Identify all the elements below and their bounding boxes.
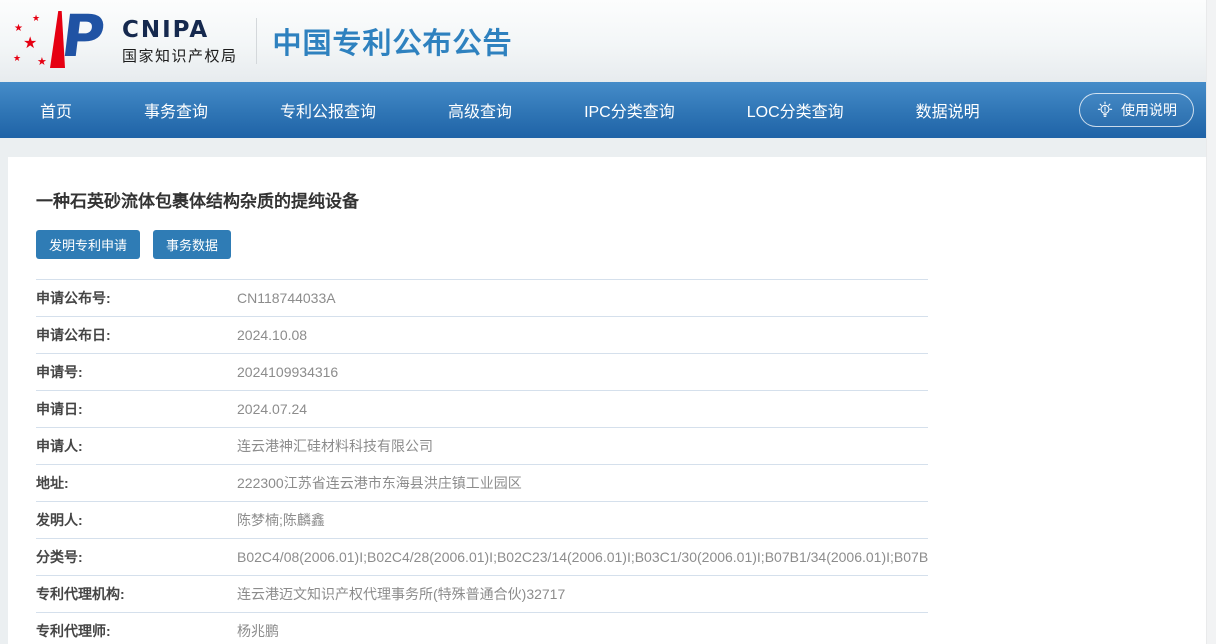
nav-item-advanced-query[interactable]: 高级查询 bbox=[448, 98, 512, 122]
field-value-publication-number: CN118744033A bbox=[237, 290, 928, 306]
lightbulb-icon bbox=[1096, 101, 1114, 119]
site-header: ★ ★ ★ ★ ★ P CNIPA 国家知识产权局 中国专利公布公告 bbox=[0, 0, 1216, 82]
table-row: 申请日: 2024.07.24 bbox=[36, 391, 928, 428]
tag-transaction-data[interactable]: 事务数据 bbox=[153, 230, 231, 259]
logo-cnipa-acronym: CNIPA bbox=[122, 17, 238, 43]
field-label-publication-number: 申请公布号: bbox=[36, 288, 237, 308]
patent-detail-card: 一种石英砂流体包裹体结构杂质的提纯设备 发明专利申请 事务数据 申请公布号: C… bbox=[8, 157, 1206, 644]
nav-item-home[interactable]: 首页 bbox=[40, 98, 72, 122]
nav-item-data-notes[interactable]: 数据说明 bbox=[916, 98, 980, 122]
field-value-application-date: 2024.07.24 bbox=[237, 401, 928, 417]
nav-item-transaction-query[interactable]: 事务查询 bbox=[144, 98, 208, 122]
tag-invention-application[interactable]: 发明专利申请 bbox=[36, 230, 140, 259]
table-row: 申请号: 2024109934316 bbox=[36, 354, 928, 391]
patent-detail-table: 申请公布号: CN118744033A 申请公布日: 2024.10.08 申请… bbox=[36, 279, 928, 644]
table-row: 申请公布号: CN118744033A bbox=[36, 280, 928, 317]
table-row: 发明人: 陈梦楠;陈麟鑫 bbox=[36, 502, 928, 539]
field-value-address: 222300江苏省连云港市东海县洪庄镇工业园区 bbox=[237, 473, 928, 493]
star-icon: ★ bbox=[32, 14, 40, 23]
logo-org-name: 国家知识产权局 bbox=[122, 45, 238, 66]
table-row: 申请公布日: 2024.10.08 bbox=[36, 317, 928, 354]
star-icon: ★ bbox=[14, 24, 23, 34]
main-nav: 首页 事务查询 专利公报查询 高级查询 IPC分类查询 LOC分类查询 数据说明… bbox=[0, 82, 1216, 138]
table-row: 地址: 222300江苏省连云港市东海县洪庄镇工业园区 bbox=[36, 465, 928, 502]
field-value-applicant: 连云港神汇硅材料科技有限公司 bbox=[237, 436, 928, 456]
logo-p-glyph: P bbox=[58, 2, 109, 70]
cnipa-logo[interactable]: ★ ★ ★ ★ ★ P CNIPA 国家知识产权局 bbox=[10, 8, 238, 74]
logo-text: CNIPA 国家知识产权局 bbox=[122, 17, 238, 66]
nav-item-loc-query[interactable]: LOC分类查询 bbox=[747, 98, 844, 122]
field-label-inventors: 发明人: bbox=[36, 510, 237, 530]
star-icon: ★ bbox=[37, 57, 47, 68]
field-label-application-date: 申请日: bbox=[36, 399, 237, 419]
table-row: 分类号: B02C4/08(2006.01)I;B02C4/28(2006.01… bbox=[36, 539, 928, 576]
field-label-publication-date: 申请公布日: bbox=[36, 325, 237, 345]
header-divider bbox=[256, 18, 257, 64]
field-value-classification: B02C4/08(2006.01)I;B02C4/28(2006.01)I;B0… bbox=[237, 549, 928, 565]
site-title: 中国专利公布公告 bbox=[273, 20, 513, 62]
field-value-agent: 杨兆鹏 bbox=[237, 621, 928, 641]
usage-help-label: 使用说明 bbox=[1121, 100, 1177, 120]
cnipa-logo-artwork: ★ ★ ★ ★ ★ P bbox=[10, 8, 118, 74]
field-label-classification: 分类号: bbox=[36, 547, 237, 567]
nav-item-gazette-query[interactable]: 专利公报查询 bbox=[280, 98, 376, 122]
patent-tag-row: 发明专利申请 事务数据 bbox=[36, 230, 1206, 259]
field-value-agency: 连云港迈文知识产权代理事务所(特殊普通合伙)32717 bbox=[237, 584, 928, 604]
field-value-publication-date: 2024.10.08 bbox=[237, 327, 928, 343]
field-label-application-number: 申请号: bbox=[36, 362, 237, 382]
vertical-scrollbar[interactable] bbox=[1206, 0, 1216, 644]
patent-title: 一种石英砂流体包裹体结构杂质的提纯设备 bbox=[36, 187, 1206, 212]
nav-item-ipc-query[interactable]: IPC分类查询 bbox=[584, 98, 675, 122]
table-row: 申请人: 连云港神汇硅材料科技有限公司 bbox=[36, 428, 928, 465]
table-row: 专利代理机构: 连云港迈文知识产权代理事务所(特殊普通合伙)32717 bbox=[36, 576, 928, 613]
star-icon: ★ bbox=[23, 36, 37, 52]
field-label-agent: 专利代理师: bbox=[36, 621, 237, 641]
field-label-address: 地址: bbox=[36, 473, 237, 493]
field-label-agency: 专利代理机构: bbox=[36, 584, 237, 604]
usage-help-button[interactable]: 使用说明 bbox=[1079, 93, 1194, 127]
field-value-application-number: 2024109934316 bbox=[237, 364, 928, 380]
star-icon: ★ bbox=[13, 54, 21, 63]
table-row: 专利代理师: 杨兆鹏 bbox=[36, 613, 928, 644]
field-value-inventors: 陈梦楠;陈麟鑫 bbox=[237, 510, 928, 530]
field-label-applicant: 申请人: bbox=[36, 436, 237, 456]
